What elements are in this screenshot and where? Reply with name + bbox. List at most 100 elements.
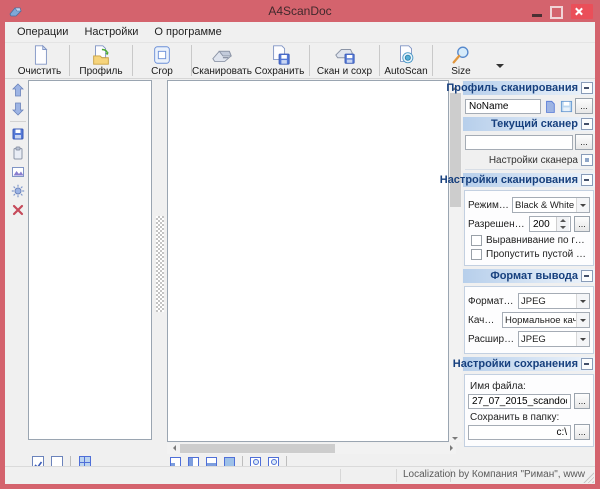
menu-settings[interactable]: Настройки <box>76 23 146 42</box>
toolbar-separator <box>69 45 70 76</box>
minimize-button[interactable] <box>532 14 542 17</box>
scan-and-save-button[interactable]: Скан и сохр <box>311 44 378 77</box>
app-window: A4ScanDoc Операции Настройки О программе… <box>0 0 600 489</box>
magnifier-icon <box>449 44 473 66</box>
scanner-name-input[interactable] <box>465 135 573 150</box>
thumbnail-list-panel <box>28 80 152 440</box>
save-page-button[interactable] <box>9 126 27 142</box>
section-header-scan-settings: Настройки сканирования <box>463 173 595 187</box>
side-toolbar-separator <box>10 121 26 122</box>
autoscan-icon <box>394 44 418 66</box>
image-button[interactable] <box>9 164 27 180</box>
save-folder-input[interactable] <box>468 425 571 440</box>
output-mode-label: Режим вывода: <box>468 200 509 211</box>
file-format-select[interactable]: JPEG <box>518 293 590 309</box>
splitter-handle-icon <box>156 216 164 312</box>
menu-about[interactable]: О программе <box>146 23 229 42</box>
clear-button[interactable]: Очистить <box>11 44 68 77</box>
output-format-group: Формат файла: JPEG Качество: Нормальное … <box>464 286 594 354</box>
filename-label: Имя файла: <box>470 381 588 392</box>
horizontal-scrollbar[interactable] <box>167 443 456 454</box>
size-button[interactable]: Size <box>434 44 488 77</box>
save-button[interactable]: Сохранить <box>251 44 308 77</box>
scan-button[interactable]: Сканировать <box>193 44 251 77</box>
brightness-button[interactable] <box>9 183 27 199</box>
profile-save-icon[interactable] <box>559 99 573 113</box>
profile-icon <box>89 44 113 66</box>
title-bar[interactable]: A4ScanDoc <box>0 0 600 22</box>
status-bar: Localization by Компания "Риман", www <box>5 466 595 484</box>
toolbar-separator <box>432 45 433 76</box>
align-horizontal-checkbox[interactable] <box>471 235 482 246</box>
status-divider <box>340 469 341 482</box>
save-folder-browse-button[interactable]: ... <box>574 424 590 440</box>
main-toolbar: Очистить Профиль Crop <box>5 43 595 79</box>
scan-settings-group: Режим вывода: Black & White Разрешение (… <box>464 190 594 266</box>
filename-input[interactable] <box>468 394 571 409</box>
clipboard-button[interactable] <box>9 145 27 161</box>
resolution-more-button[interactable]: ... <box>574 216 590 232</box>
scanner-browse-button[interactable]: ... <box>575 134 593 150</box>
save-settings-group: Имя файла: ... Сохранить в папку: ... <box>464 374 594 447</box>
panel-splitter[interactable] <box>154 80 166 440</box>
horizontal-scroll-thumb[interactable] <box>180 444 335 453</box>
collapse-icon[interactable] <box>581 82 593 94</box>
collapse-icon[interactable] <box>581 358 593 370</box>
scanner-settings-row[interactable]: Настройки сканера <box>465 154 593 170</box>
output-mode-select[interactable]: Black & White <box>512 197 590 213</box>
toolbar-separator <box>379 45 380 76</box>
scroll-down-arrow[interactable] <box>449 430 462 442</box>
dropdown-arrow-icon <box>576 198 589 212</box>
image-icon <box>11 165 25 179</box>
move-up-button[interactable] <box>9 82 27 98</box>
autoscan-button[interactable]: AutoScan <box>381 44 431 77</box>
close-button[interactable] <box>571 4 593 19</box>
align-horizontal-row[interactable]: Выравнивание по горизонтали <box>471 235 588 246</box>
scan-and-save-icon <box>333 44 357 66</box>
profile-load-icon[interactable] <box>543 99 557 113</box>
save-folder-label: Сохранить в папку: <box>470 412 588 423</box>
delete-icon <box>11 203 25 217</box>
scroll-left-arrow[interactable] <box>167 443 179 454</box>
skip-blank-checkbox[interactable] <box>471 249 482 260</box>
dropdown-arrow-icon <box>576 313 589 327</box>
profile-browse-button[interactable]: ... <box>575 98 593 114</box>
crop-button[interactable]: Crop <box>134 44 190 77</box>
collapse-icon[interactable] <box>581 174 593 186</box>
move-down-button[interactable] <box>9 101 27 117</box>
settings-panel: Профиль сканирования ... Текущий сканер <box>463 78 595 466</box>
quality-select[interactable]: Нормальное качество <box>502 312 590 328</box>
extension-select[interactable]: JPEG <box>518 331 590 347</box>
profile-name-input[interactable] <box>465 99 541 114</box>
collapse-icon[interactable] <box>581 118 593 130</box>
spin-down-icon[interactable] <box>557 224 569 231</box>
profile-button[interactable]: Профиль <box>71 44 131 77</box>
section-header-output-format: Формат вывода <box>463 269 595 283</box>
quality-label: Качество: <box>468 315 499 326</box>
dropdown-arrow-icon <box>576 294 589 308</box>
spin-up-icon[interactable] <box>557 217 569 224</box>
side-toolbar <box>7 82 28 218</box>
status-text: Localization by Компания "Риман", www <box>403 469 585 480</box>
skip-blank-row[interactable]: Пропустить пустой лист <box>471 249 588 260</box>
filename-browse-button[interactable]: ... <box>574 393 590 409</box>
section-header-current-scanner: Текущий сканер <box>463 117 595 131</box>
scroll-right-arrow[interactable] <box>444 443 456 454</box>
crop-icon <box>150 44 174 66</box>
save-icon <box>11 127 25 141</box>
clipboard-icon <box>11 146 25 160</box>
delete-button[interactable] <box>9 202 27 218</box>
toolbar-separator <box>309 45 310 76</box>
maximize-button[interactable] <box>550 6 563 19</box>
scanner-settings-icon[interactable] <box>581 154 593 166</box>
resolution-input[interactable] <box>530 217 556 231</box>
section-header-scan-profile: Профиль сканирования <box>463 81 595 95</box>
new-page-icon <box>28 44 52 66</box>
resolution-spinner[interactable] <box>529 216 571 232</box>
vertical-scroll-thumb[interactable] <box>450 93 461 207</box>
size-dropdown-arrow[interactable] <box>496 64 504 72</box>
vertical-scrollbar[interactable] <box>449 80 462 442</box>
menu-operations[interactable]: Операции <box>9 23 76 42</box>
collapse-icon[interactable] <box>581 270 593 282</box>
resolution-label: Разрешение (dpi): <box>468 219 526 230</box>
